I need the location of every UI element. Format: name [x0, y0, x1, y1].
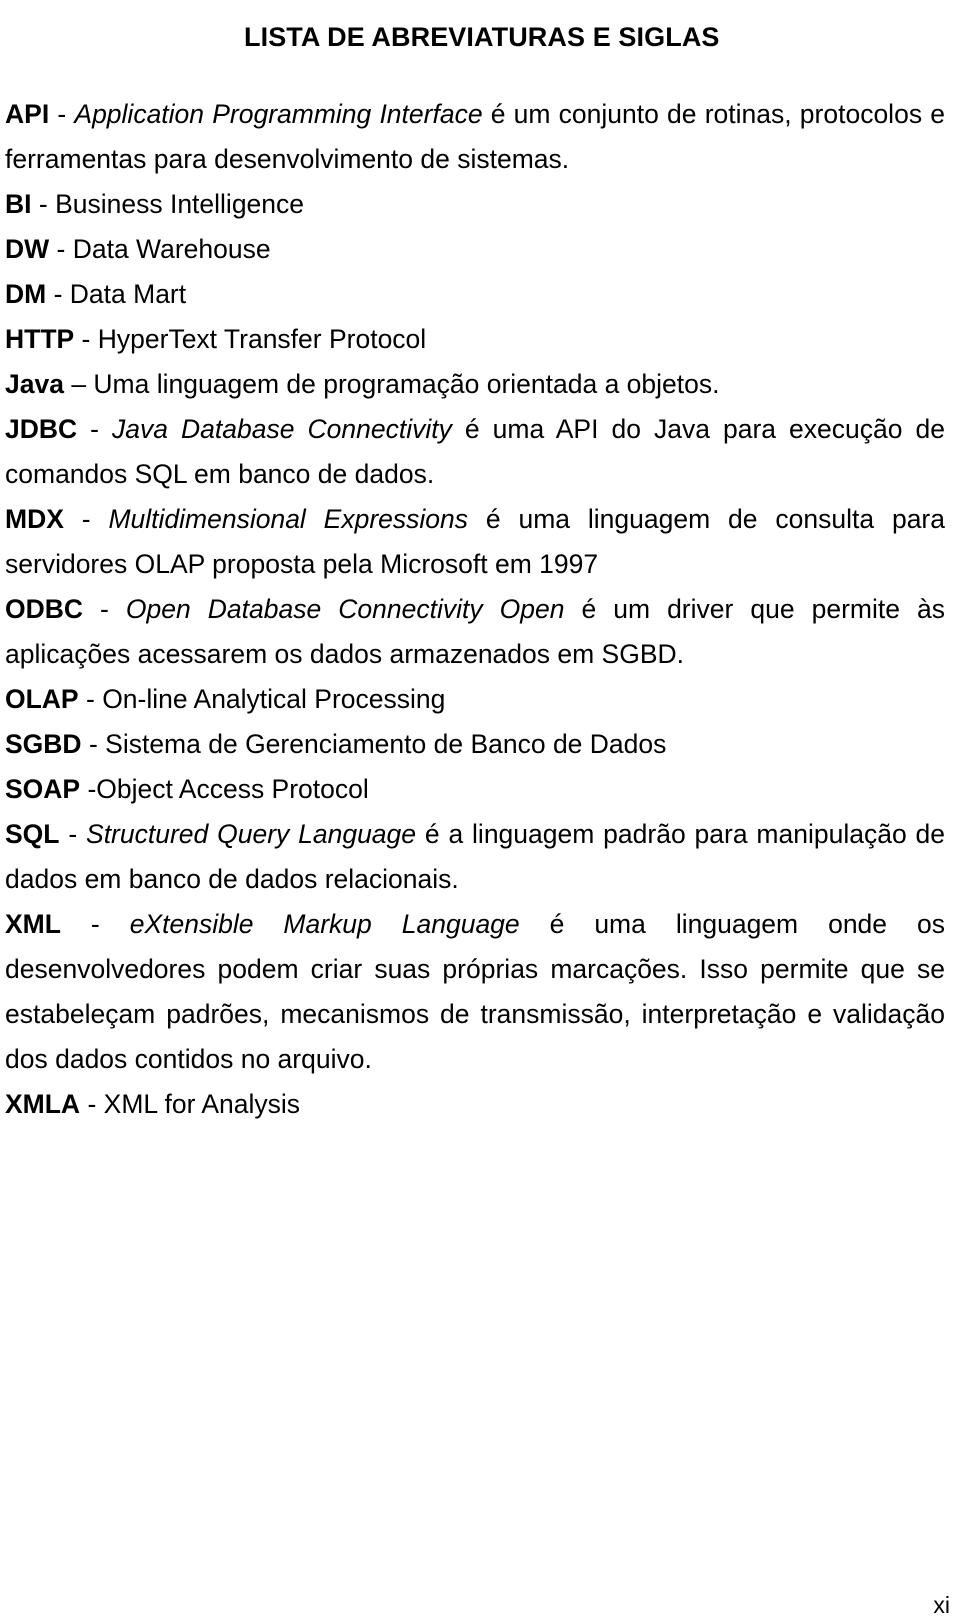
- abbreviation-entry: BI - Business Intelligence: [5, 182, 945, 227]
- abbreviation-entry: SGBD - Sistema de Gerenciamento de Banco…: [5, 722, 945, 767]
- abbreviation-term: MDX: [5, 504, 64, 534]
- abbreviation-separator: -: [74, 324, 98, 354]
- abbreviation-separator: -: [59, 819, 87, 849]
- abbreviation-term: SQL: [5, 819, 60, 849]
- abbreviation-expansion: Structured Query Language: [86, 819, 417, 849]
- abbreviation-expansion: Multidimensional Expressions: [108, 504, 469, 534]
- abbreviation-entry: DM - Data Mart: [5, 272, 945, 317]
- abbreviation-term: XML: [5, 909, 61, 939]
- abbreviation-term: OLAP: [5, 684, 79, 714]
- abbreviation-description: HyperText Transfer Protocol: [97, 324, 427, 354]
- abbreviation-entry: ODBC - Open Database Connectivity Open é…: [5, 587, 945, 677]
- abbreviation-expansion: eXtensible Markup Language: [129, 909, 520, 939]
- abbreviation-separator: –: [63, 369, 94, 399]
- abbreviation-separator: -: [80, 1089, 104, 1119]
- abbreviation-entry: DW - Data Warehouse: [5, 227, 945, 272]
- abbreviation-expansion: Open Database Connectivity Open: [125, 594, 565, 624]
- abbreviation-description: Sistema de Gerenciamento de Banco de Dad…: [105, 729, 667, 759]
- abbreviation-term: BI: [5, 189, 32, 219]
- abbreviation-separator: -: [80, 774, 97, 804]
- abbreviation-description: Uma linguagem de programação orientada a…: [93, 369, 720, 399]
- abbreviation-term: HTTP: [5, 324, 75, 354]
- abbreviation-term: XMLA: [5, 1089, 81, 1119]
- abbreviation-description: Business Intelligence: [55, 189, 305, 219]
- abbreviation-entry: API - Application Programming Interface …: [5, 92, 945, 182]
- abbreviation-description: Data Mart: [69, 279, 187, 309]
- abbreviation-separator: -: [78, 684, 103, 714]
- abbreviation-separator: -: [31, 189, 56, 219]
- abbreviation-term: SGBD: [5, 729, 82, 759]
- abbreviation-separator: -: [63, 504, 109, 534]
- abbreviation-term: ODBC: [5, 594, 84, 624]
- abbreviation-expansion: Java Database Connectivity: [112, 414, 452, 444]
- abbreviation-separator: -: [81, 729, 106, 759]
- abbreviation-description: XML for Analysis: [103, 1089, 301, 1119]
- abbreviation-entry: Java – Uma linguagem de programação orie…: [5, 362, 945, 407]
- abbreviation-entry: XML - eXtensible Markup Language é uma l…: [5, 902, 945, 1082]
- abbreviation-separator: -: [83, 594, 126, 624]
- abbreviation-separator: -: [60, 909, 130, 939]
- abbreviation-term: JDBC: [5, 414, 78, 444]
- abbreviation-term: API: [5, 99, 50, 129]
- abbreviation-separator: -: [49, 99, 75, 129]
- page-title: LISTA DE ABREVIATURAS E SIGLAS: [244, 22, 720, 53]
- document-page: LISTA DE ABREVIATURAS E SIGLAS API - App…: [0, 0, 960, 1622]
- abbreviation-separator: -: [49, 234, 73, 264]
- abbreviation-term: Java: [5, 369, 64, 399]
- abbreviation-entry: JDBC - Java Database Connectivity é uma …: [5, 407, 945, 497]
- abbreviation-entry: SOAP -Object Access Protocol: [5, 767, 945, 812]
- abbreviation-entry: XMLA - XML for Analysis: [5, 1082, 945, 1127]
- abbreviation-entry: HTTP - HyperText Transfer Protocol: [5, 317, 945, 362]
- abbreviation-expansion: Application Programming Interface: [74, 99, 483, 129]
- abbreviation-term: DM: [5, 279, 47, 309]
- abbreviation-separator: -: [46, 279, 70, 309]
- page-number: xi: [933, 1592, 950, 1618]
- abbreviation-description: Data Warehouse: [72, 234, 271, 264]
- abbreviation-separator: -: [77, 414, 113, 444]
- abbreviation-description: On-line Analytical Processing: [102, 684, 446, 714]
- abbreviation-entry: SQL - Structured Query Language é a ling…: [5, 812, 945, 902]
- abbreviation-description: Object Access Protocol: [96, 774, 369, 804]
- abbreviation-entry: MDX - Multidimensional Expressions é uma…: [5, 497, 945, 587]
- abbreviation-term: SOAP: [5, 774, 81, 804]
- abbreviation-term: DW: [5, 234, 50, 264]
- abbreviation-list: API - Application Programming Interface …: [5, 92, 945, 1127]
- abbreviation-entry: OLAP - On-line Analytical Processing: [5, 677, 945, 722]
